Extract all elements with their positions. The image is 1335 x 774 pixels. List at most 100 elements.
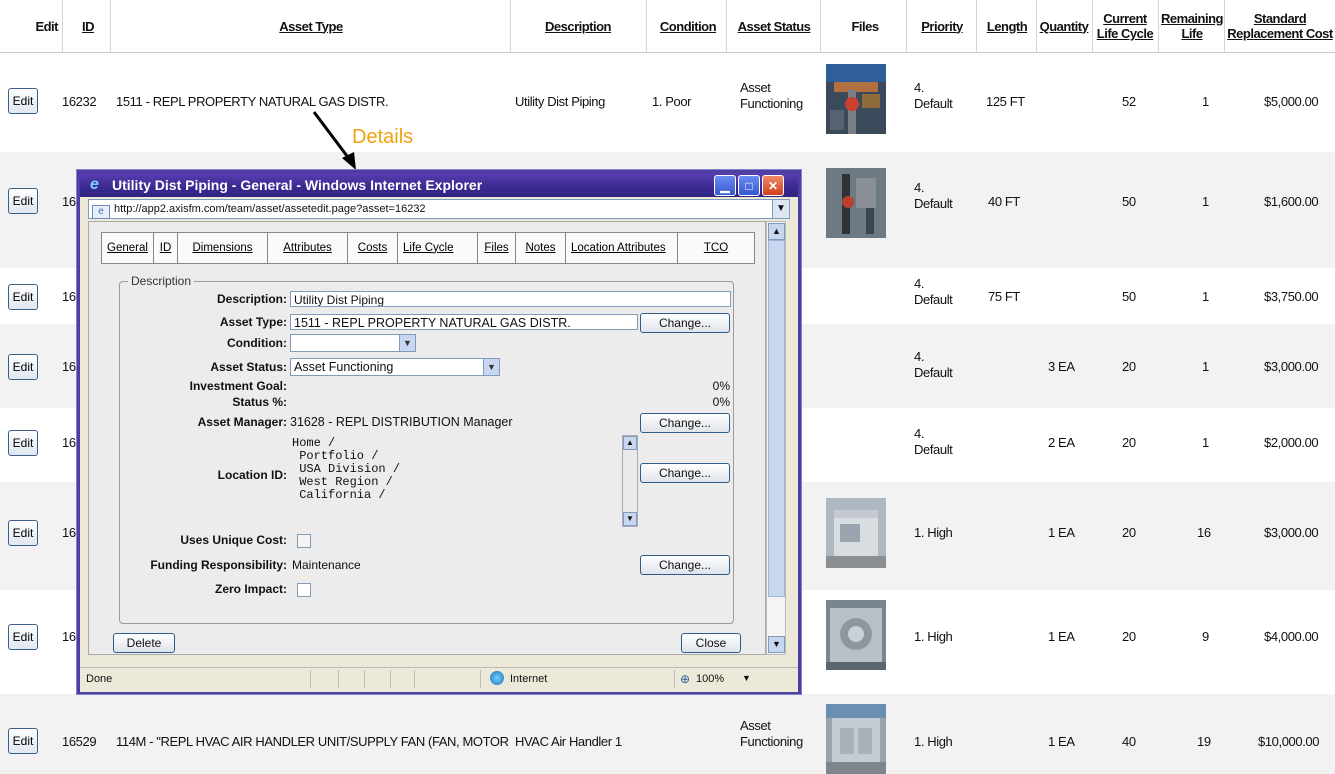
details-annotation: Details xyxy=(352,126,414,148)
header-priority[interactable]: Priority xyxy=(908,0,976,52)
tab-files[interactable]: Files xyxy=(478,233,516,263)
header-quantity[interactable]: Quantity xyxy=(1036,0,1092,52)
cell-replacement-cost: $10,000.00 xyxy=(1258,734,1320,749)
zoom-level[interactable]: 100% xyxy=(696,673,724,685)
edit-button[interactable]: Edit xyxy=(8,624,38,650)
zero-impact-checkbox[interactable] xyxy=(297,583,311,597)
file-thumbnail-image[interactable] xyxy=(826,704,886,774)
tab-general[interactable]: General xyxy=(102,233,154,263)
tab-location-attributes[interactable]: Location Attributes xyxy=(566,233,678,263)
minimize-button[interactable]: ▁ xyxy=(714,175,736,196)
location-scrollbar[interactable]: ▲ ▼ xyxy=(622,435,638,527)
tab-dimensions[interactable]: Dimensions xyxy=(178,233,268,263)
header-length[interactable]: Length xyxy=(978,0,1036,52)
cell-quantity: 1 EA xyxy=(1048,734,1075,749)
cell-asset-status: Asset Functioning xyxy=(740,80,803,112)
asset-status-select[interactable]: Asset Functioning ▼ xyxy=(290,358,500,376)
unique-cost-label: Uses Unique Cost: xyxy=(180,533,287,547)
cell-priority: 4. Default xyxy=(914,80,953,112)
asset-type-label: Asset Type: xyxy=(219,315,287,329)
cell-life-cycle: 20 xyxy=(1122,629,1136,644)
file-thumbnail-image[interactable] xyxy=(826,168,886,238)
scroll-up-icon[interactable]: ▲ xyxy=(768,223,785,240)
header-current-life-cycle-line2: Life Cycle xyxy=(1096,26,1154,41)
cell-priority-line2: Default xyxy=(914,292,953,307)
header-current-life-cycle[interactable]: Current Life Cycle xyxy=(1092,0,1158,52)
maximize-button[interactable]: □ xyxy=(738,175,760,196)
cell-quantity: 3 EA xyxy=(1048,359,1075,374)
cell-remaining-life: 1 xyxy=(1202,94,1209,109)
cell-quantity: 1 EA xyxy=(1048,629,1075,644)
tab-costs[interactable]: Costs xyxy=(348,233,398,263)
cell-replacement-cost: $3,750.00 xyxy=(1264,289,1319,304)
zero-impact-label: Zero Impact: xyxy=(214,582,287,596)
cell-remaining-life: 1 xyxy=(1202,359,1209,374)
scroll-down-icon[interactable]: ▼ xyxy=(623,512,637,526)
close-button[interactable]: Close xyxy=(681,633,741,653)
file-thumbnail-image[interactable] xyxy=(826,64,886,134)
edit-button[interactable]: Edit xyxy=(8,728,38,754)
cell-asset-status-line1: Asset xyxy=(740,80,771,95)
cell-remaining-life: 19 xyxy=(1197,734,1211,749)
tab-life-cycle[interactable]: Life Cycle xyxy=(398,233,478,263)
location-id-tree[interactable]: Home / Portfolio / USA Division / West R… xyxy=(292,437,400,502)
change-asset-type-button[interactable]: Change... xyxy=(640,313,730,333)
cell-priority: 4. Default xyxy=(914,349,953,381)
cell-life-cycle: 50 xyxy=(1122,194,1136,209)
change-funding-button[interactable]: Change... xyxy=(640,555,730,575)
window-title-bar[interactable]: e Utility Dist Piping - General - Window… xyxy=(80,173,798,197)
zoom-dropdown-icon[interactable]: ▼ xyxy=(742,673,751,683)
header-remaining-life[interactable]: Remaining Life xyxy=(1160,0,1224,52)
change-asset-manager-button[interactable]: Change... xyxy=(640,413,730,433)
location-id-label: Location ID: xyxy=(217,468,287,482)
cell-asset-type: 1511 - REPL PROPERTY NATURAL GAS DISTR. xyxy=(116,94,389,109)
address-dropdown-icon[interactable]: ▼ xyxy=(772,200,789,218)
asset-type-input[interactable]: 1511 - REPL PROPERTY NATURAL GAS DISTR. xyxy=(290,314,638,330)
header-asset-type[interactable]: Asset Type xyxy=(116,0,506,52)
cell-replacement-cost: $3,000.00 xyxy=(1264,359,1319,374)
description-input[interactable]: Utility Dist Piping xyxy=(290,291,731,307)
cell-asset-status: Asset Functioning xyxy=(740,718,803,750)
condition-label: Condition: xyxy=(227,336,287,350)
edit-button[interactable]: Edit xyxy=(8,188,38,214)
table-row: Edit 16529 114M - "REPL HVAC AIR HANDLER… xyxy=(0,694,1335,774)
tab-tco[interactable]: TCO xyxy=(678,233,754,263)
delete-button[interactable]: Delete xyxy=(113,633,175,653)
file-thumbnail-image[interactable] xyxy=(826,498,886,568)
status-percent-value: 0% xyxy=(712,395,730,409)
cell-priority-line2: Default xyxy=(914,442,953,457)
cell-quantity: 1 EA xyxy=(1048,525,1075,540)
close-window-button[interactable]: ✕ xyxy=(762,175,784,196)
header-asset-status[interactable]: Asset Status xyxy=(728,0,820,52)
tab-attributes[interactable]: Attributes xyxy=(268,233,348,263)
security-zone: Internet xyxy=(510,673,548,685)
tab-id[interactable]: ID xyxy=(154,233,178,263)
condition-select[interactable]: ▼ xyxy=(290,334,416,352)
edit-button[interactable]: Edit xyxy=(8,430,38,456)
header-replacement-cost[interactable]: Standard Replacement Cost xyxy=(1226,0,1334,52)
edit-button[interactable]: Edit xyxy=(8,354,38,380)
cell-remaining-life: 9 xyxy=(1202,629,1209,644)
header-id[interactable]: ID xyxy=(68,0,108,52)
window-vertical-scrollbar[interactable]: ▲ ▼ xyxy=(766,221,786,655)
status-bar: Done Internet ⊕ 100% ▼ xyxy=(80,667,798,692)
window-title: Utility Dist Piping - General - Windows … xyxy=(112,177,483,193)
edit-button[interactable]: Edit xyxy=(8,520,38,546)
edit-button[interactable]: Edit xyxy=(8,284,38,310)
change-location-button[interactable]: Change... xyxy=(640,463,730,483)
header-current-life-cycle-line1: Current xyxy=(1103,11,1147,26)
address-bar[interactable]: e http://app2.axisfm.com/team/asset/asset… xyxy=(88,199,790,219)
scroll-thumb[interactable] xyxy=(768,240,785,597)
file-thumbnail-image[interactable] xyxy=(826,600,886,670)
cell-priority-line1: 4. xyxy=(914,180,925,195)
header-description[interactable]: Description xyxy=(513,0,643,52)
description-fieldset: Description Description: Utility Dist Pi… xyxy=(119,274,734,624)
tab-notes[interactable]: Notes xyxy=(516,233,566,263)
cell-asset-status-line2: Functioning xyxy=(740,96,803,111)
header-condition[interactable]: Condition xyxy=(648,0,728,52)
scroll-down-icon[interactable]: ▼ xyxy=(768,636,785,653)
asset-manager-label: Asset Manager: xyxy=(197,415,287,429)
scroll-up-icon[interactable]: ▲ xyxy=(623,436,637,450)
edit-button[interactable]: Edit xyxy=(8,88,38,114)
unique-cost-checkbox[interactable] xyxy=(297,534,311,548)
